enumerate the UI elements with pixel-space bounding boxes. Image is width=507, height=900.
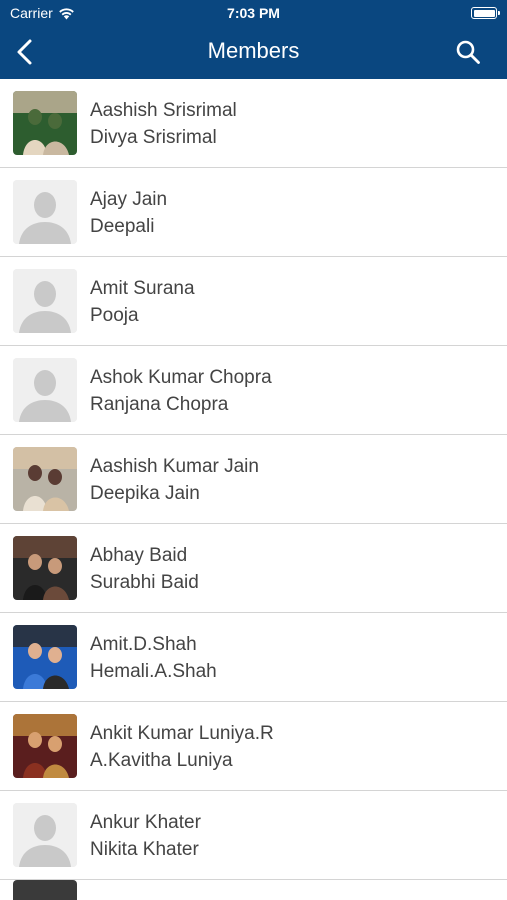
member-photo	[13, 447, 77, 511]
list-item[interactable]: Ankit Kumar Luniya.R A.Kavitha Luniya	[0, 702, 507, 791]
member-name: Ajay Jain	[90, 189, 168, 210]
list-item[interactable]: Ajay Jain Deepali	[0, 168, 507, 257]
spouse-name: Surabhi Baid	[90, 572, 199, 593]
member-photo	[13, 91, 77, 155]
member-names: Aashish Kumar Jain Deepika Jain	[90, 453, 259, 507]
member-names: Abhay Baid Surabhi Baid	[90, 542, 199, 596]
member-names: Amit.D.Shah Hemali.A.Shah	[90, 631, 217, 685]
avatar-placeholder-icon	[13, 180, 77, 244]
members-list: Aashish Srisrimal Divya Srisrimal Ajay Jai…	[0, 79, 507, 900]
list-item[interactable]: Aashish Kumar Jain Deepika Jain	[0, 435, 507, 524]
status-bar: Carrier 7:03 PM	[0, 0, 507, 26]
battery-icon	[471, 7, 500, 19]
avatar-placeholder-icon	[13, 269, 77, 333]
spouse-name: Divya Srisrimal	[90, 127, 217, 148]
spouse-name: Nikita Khater	[90, 839, 199, 860]
member-names: Amit Surana Pooja	[90, 275, 195, 329]
avatar-placeholder-icon	[13, 358, 77, 422]
member-name: Aashish Srisrimal	[90, 100, 237, 121]
member-photo	[13, 536, 77, 600]
spouse-name: Ranjana Chopra	[90, 394, 229, 415]
list-item[interactable]: Ankur Khater Nikita Khater	[0, 791, 507, 880]
list-item-partial[interactable]	[0, 880, 507, 900]
member-names: Ankit Kumar Luniya.R A.Kavitha Luniya	[90, 720, 274, 774]
member-name: Ankur Khater	[90, 812, 201, 833]
member-names: Ankur Khater Nikita Khater	[90, 809, 201, 863]
member-names: Ashok Kumar Chopra Ranjana Chopra	[90, 364, 272, 418]
member-photo	[13, 880, 77, 900]
spouse-name: Deepika Jain	[90, 483, 200, 504]
spouse-name: Pooja	[90, 305, 139, 326]
member-name: Aashish Kumar Jain	[90, 456, 259, 477]
member-name: Abhay Baid	[90, 545, 188, 566]
member-name: Ankit Kumar Luniya.R	[90, 723, 274, 744]
list-item[interactable]: Abhay Baid Surabhi Baid	[0, 524, 507, 613]
list-item[interactable]: Amit Surana Pooja	[0, 257, 507, 346]
back-chevron-icon[interactable]	[12, 38, 40, 66]
member-photo	[13, 714, 77, 778]
member-name: Amit Surana	[90, 278, 195, 299]
navigation-bar: Members	[0, 26, 507, 79]
status-time: 7:03 PM	[227, 5, 280, 21]
page-title: Members	[207, 38, 300, 63]
avatar-placeholder-icon	[13, 803, 77, 867]
member-names: Aashish Srisrimal Divya Srisrimal	[90, 97, 237, 151]
list-item[interactable]: Ashok Kumar Chopra Ranjana Chopra	[0, 346, 507, 435]
list-item[interactable]: Aashish Srisrimal Divya Srisrimal	[0, 79, 507, 168]
search-icon[interactable]	[455, 39, 481, 65]
member-names: Ajay Jain Deepali	[90, 186, 167, 240]
member-name: Ashok Kumar Chopra	[90, 367, 272, 388]
member-photo	[13, 625, 77, 689]
list-item[interactable]: Amit.D.Shah Hemali.A.Shah	[0, 613, 507, 702]
member-name: Amit.D.Shah	[90, 634, 197, 655]
spouse-name: Hemali.A.Shah	[90, 661, 217, 682]
spouse-name: Deepali	[90, 216, 155, 237]
spouse-name: A.Kavitha Luniya	[90, 750, 233, 771]
